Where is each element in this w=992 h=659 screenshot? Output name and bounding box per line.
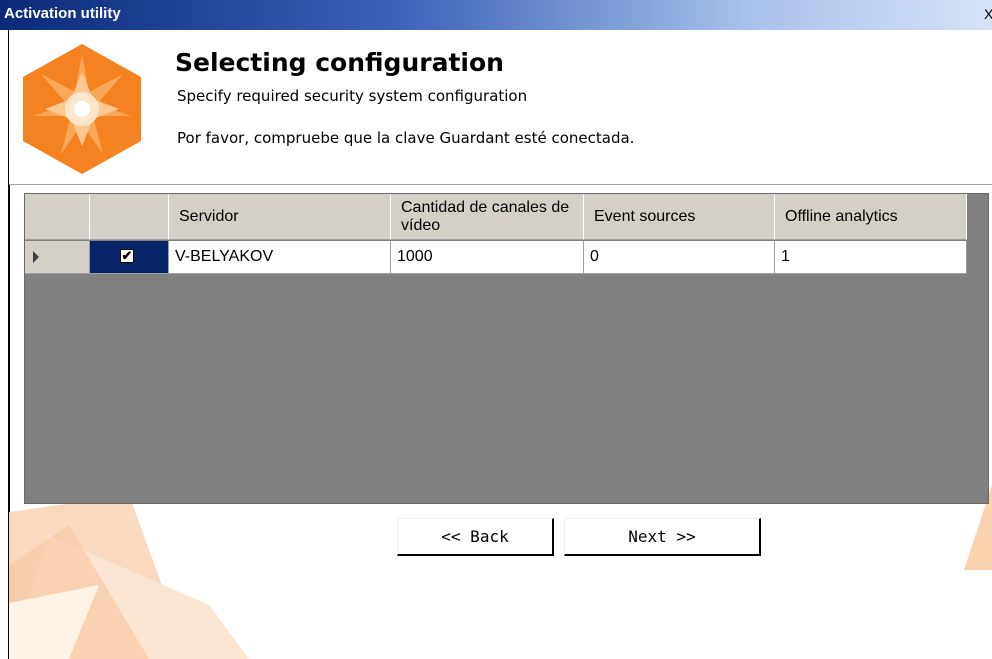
column-header-event-sources[interactable]: Event sources [584,194,775,240]
row-pointer-icon [33,251,39,263]
page-title: Selecting configuration [175,48,504,77]
cell-server[interactable]: V-BELYAKOV [169,241,391,274]
cell-video-channels[interactable]: 1000 [391,241,584,274]
close-icon[interactable]: X [984,6,992,22]
cell-event-sources[interactable]: 0 [584,241,775,274]
star-hexagon-logo-icon [23,44,141,174]
checkbox-checked-icon[interactable]: ✔ [120,249,134,263]
table-row-select-cell[interactable]: ✔ [90,241,169,274]
window-title: Activation utility [4,5,121,22]
table-row-header[interactable] [25,241,90,274]
back-button[interactable]: << Back [397,518,554,556]
next-button[interactable]: Next >> [564,518,761,556]
guardant-key-note: Por favor, compruebe que la clave Guarda… [177,129,635,147]
column-header-servidor[interactable]: Servidor [169,194,391,240]
page-subtitle: Specify required security system configu… [177,87,528,105]
row-header-column [25,194,90,240]
cell-offline-analytics[interactable]: 1 [775,241,967,274]
configuration-grid[interactable]: Servidor Cantidad de canales de vídeo Ev… [24,193,989,504]
column-header-video-channels[interactable]: Cantidad de canales de vídeo [391,194,584,240]
select-column-header[interactable] [90,194,169,240]
wizard-header: Selecting configuration Specify required… [9,30,992,185]
title-bar[interactable]: Activation utility X [0,0,992,30]
column-header-offline-analytics[interactable]: Offline analytics [775,194,967,240]
